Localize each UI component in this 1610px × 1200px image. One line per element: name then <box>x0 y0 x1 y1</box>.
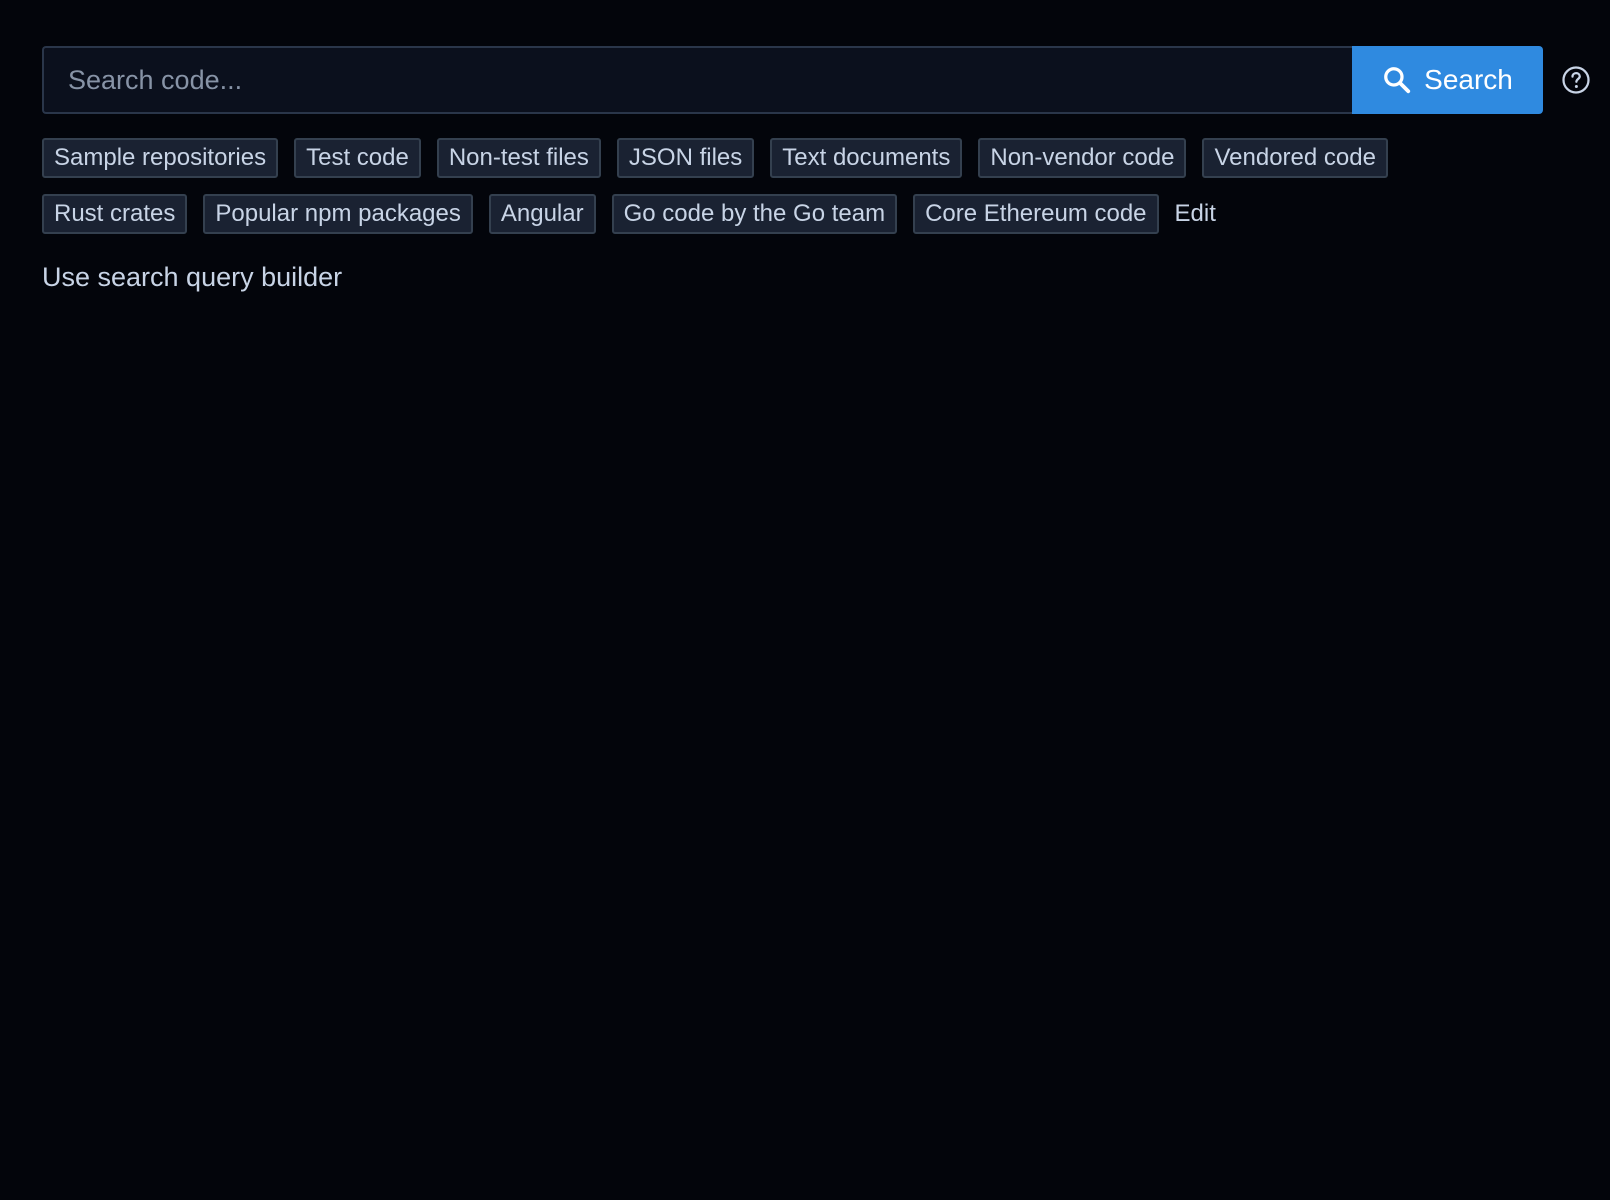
chip-text-documents[interactable]: Text documents <box>770 138 963 178</box>
chip-non-test-files[interactable]: Non-test files <box>436 138 601 178</box>
search-icon <box>1382 65 1412 95</box>
search-button[interactable]: Search <box>1352 46 1543 114</box>
chip-sample-repositories[interactable]: Sample repositories <box>42 138 279 178</box>
search-input[interactable] <box>42 46 1352 114</box>
search-bar: Search <box>42 46 1543 114</box>
chip-row: Rust crates Popular npm packages Angular… <box>42 194 1542 234</box>
chip-angular[interactable]: Angular <box>488 194 596 234</box>
chip-popular-npm-packages[interactable]: Popular npm packages <box>203 194 473 234</box>
chip-go-code-by-go-team[interactable]: Go code by the Go team <box>611 194 898 234</box>
search-page: Search Sample repositories Test code Non… <box>0 0 1610 1200</box>
query-builder-link[interactable]: Use search query builder <box>42 262 342 293</box>
edit-link[interactable]: Edit <box>1175 194 1216 234</box>
chip-core-ethereum-code[interactable]: Core Ethereum code <box>913 194 1159 234</box>
chip-test-code[interactable]: Test code <box>294 138 421 178</box>
help-circle-icon[interactable] <box>1561 65 1591 95</box>
chip-vendored-code[interactable]: Vendored code <box>1202 138 1388 178</box>
chip-json-files[interactable]: JSON files <box>616 138 755 178</box>
chip-non-vendor-code[interactable]: Non-vendor code <box>978 138 1187 178</box>
search-button-label: Search <box>1424 64 1513 95</box>
chip-row: Sample repositories Test code Non-test f… <box>42 138 1542 178</box>
saved-searches: Sample repositories Test code Non-test f… <box>42 138 1542 250</box>
chip-rust-crates[interactable]: Rust crates <box>42 194 188 234</box>
